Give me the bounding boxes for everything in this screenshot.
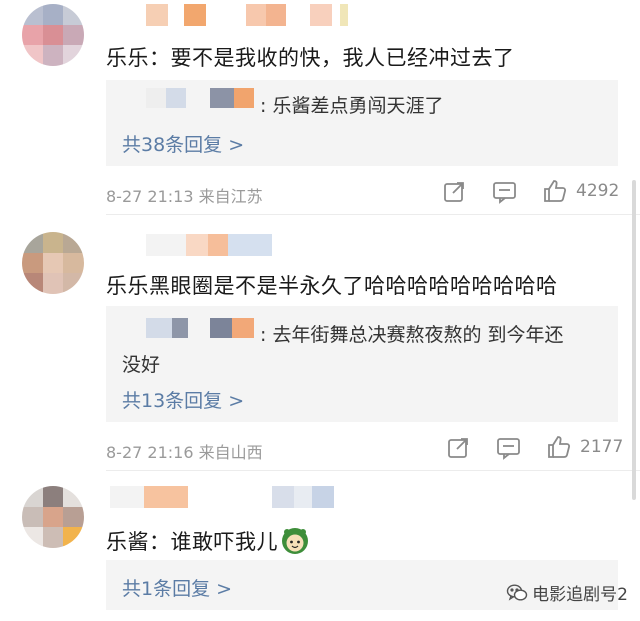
emoji-sticker-icon [282,528,308,554]
share-button[interactable] [446,436,470,460]
watermark: 电影追剧号2 [506,580,628,605]
view-replies-link[interactable]: 共38条回复 > [122,130,244,157]
like-icon [544,180,567,202]
share-button[interactable] [442,180,466,204]
view-replies-link[interactable]: 共1条回复 > [122,574,232,601]
comment-meta: 8-27 21:16 来自山西 [106,443,263,462]
reply-username-blurred[interactable] [146,88,254,108]
reply-text-line-2: 没好 [122,354,161,376]
reply-box[interactable]: : 去年街舞总决赛熬夜熬的 到今年还 没好 共13条回复 > [106,306,618,422]
like-button[interactable]: 2177 [546,434,623,460]
view-replies-link[interactable]: 共13条回复 > [122,386,244,413]
comment-icon [493,182,516,204]
comment-button[interactable] [492,180,518,204]
comment-text-content: 乐酱：谁敢吓我儿 [106,530,278,554]
reply-text: : 乐酱差点勇闯天涯了 [260,95,444,117]
avatar[interactable] [22,486,84,548]
watermark-text: 电影追剧号2 [532,585,628,605]
scrollbar[interactable] [632,180,636,500]
avatar[interactable] [22,4,84,66]
username-blurred[interactable] [146,234,272,256]
comment-text: 乐乐黑眼圈是不是半永久了哈哈哈哈哈哈哈哈哈 [106,274,558,298]
like-count: 2177 [580,437,624,457]
reply-username-blurred[interactable] [146,318,254,338]
like-button[interactable]: 4292 [542,178,619,204]
reply-box[interactable]: : 乐酱差点勇闯天涯了 共38条回复 > [106,80,618,166]
comment-text: 乐乐：要不是我收的快，我人已经冲过去了 [106,46,515,70]
comment-meta: 8-27 21:13 来自江苏 [106,187,263,206]
divider [106,214,640,215]
like-icon [548,436,571,458]
comment-icon [497,438,520,460]
comment-text: 乐酱：谁敢吓我儿 [106,526,310,556]
username-blurred[interactable] [110,486,334,508]
share-icon [448,438,468,458]
avatar[interactable] [22,232,84,294]
like-count: 4292 [576,181,620,201]
reply-text-line-1: : 去年街舞总决赛熬夜熬的 到今年还 [260,324,564,346]
share-icon [444,182,464,202]
username-blurred[interactable] [146,4,348,26]
comment-button[interactable] [496,436,522,460]
divider [106,470,640,471]
wechat-logo-icon [506,583,528,601]
comment-1: 乐乐：要不是我收的快，我人已经冲过去了 : 乐酱差点勇闯天涯了 共38条回复 >… [0,0,640,215]
